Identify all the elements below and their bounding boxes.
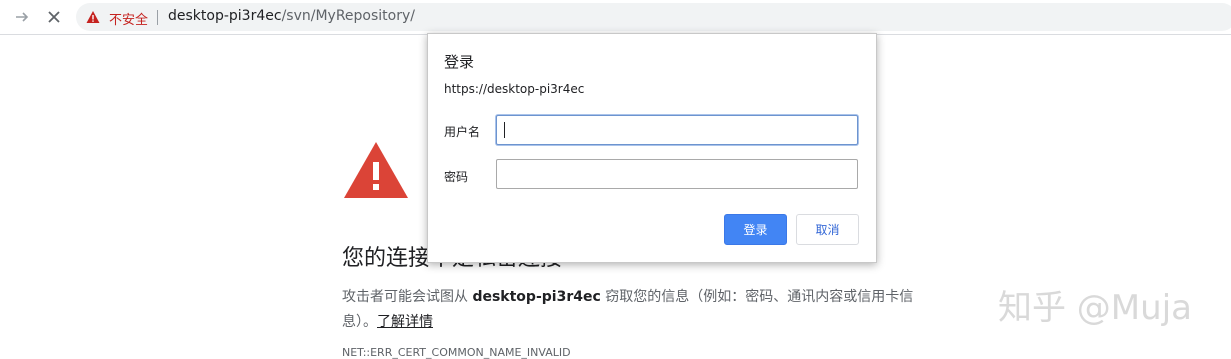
browser-toolbar: 不安全 desktop-pi3r4ec/svn/MyRepository/ (0, 0, 1231, 35)
password-input[interactable] (496, 159, 858, 189)
url-text[interactable]: desktop-pi3r4ec/svn/MyRepository/ (168, 8, 415, 24)
cancel-button[interactable]: 取消 (796, 214, 859, 245)
address-bar[interactable]: 不安全 desktop-pi3r4ec/svn/MyRepository/ (76, 3, 1231, 31)
url-path: /svn/MyRepository/ (281, 8, 415, 24)
error-code: NET::ERR_CERT_COMMON_NAME_INVALID (342, 346, 571, 359)
url-host: desktop-pi3r4ec (168, 8, 282, 24)
watermark: 知乎 @Muja (998, 288, 1192, 328)
error-text-prefix: 攻击者可能会试图从 (342, 289, 468, 305)
login-dialog: 登录 https://desktop-pi3r4ec 用户名 密码 登录 取消 (427, 33, 877, 263)
password-label: 密码 (444, 170, 469, 184)
warning-icon[interactable] (86, 10, 100, 24)
learn-more-link[interactable]: 了解详情 (377, 314, 433, 330)
arrow-right-icon (16, 12, 29, 22)
divider (157, 10, 158, 25)
stop-button[interactable] (42, 5, 66, 29)
close-icon (48, 11, 60, 23)
username-input[interactable] (496, 115, 858, 145)
username-label: 用户名 (444, 125, 481, 139)
forward-button[interactable] (10, 5, 34, 29)
dialog-title: 登录 (444, 53, 475, 71)
login-button[interactable]: 登录 (724, 214, 787, 245)
danger-triangle-icon (344, 142, 408, 198)
error-host: desktop-pi3r4ec (472, 289, 601, 305)
error-description: 攻击者可能会试图从 desktop-pi3r4ec 窃取您的信息（例如：密码、通… (342, 285, 942, 335)
text-cursor (504, 122, 505, 138)
dialog-origin: https://desktop-pi3r4ec (444, 82, 585, 96)
security-status-label[interactable]: 不安全 (109, 9, 148, 28)
